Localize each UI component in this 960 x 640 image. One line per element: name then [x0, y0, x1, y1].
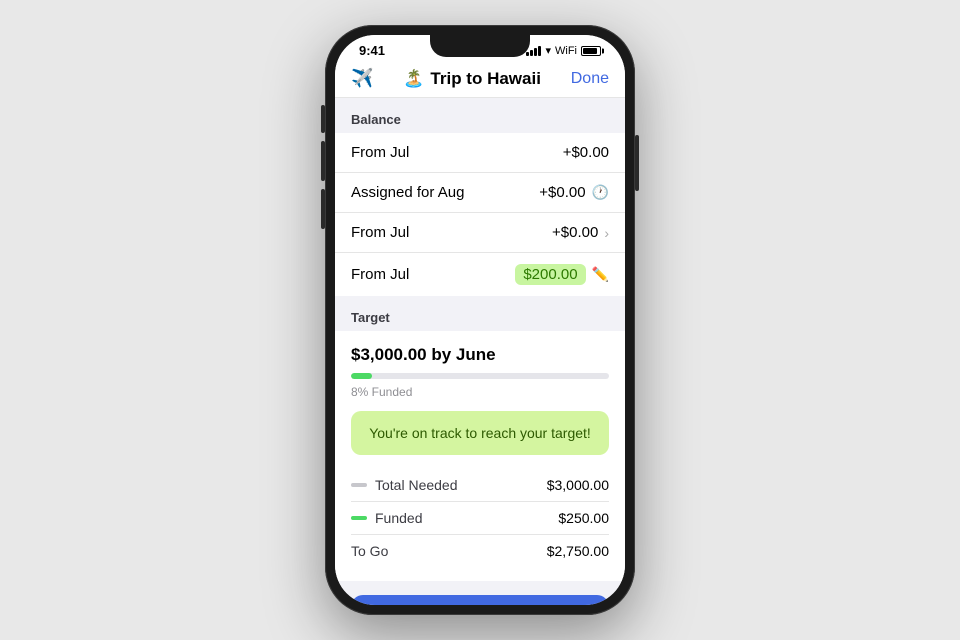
clock-icon[interactable]: 🕐 [592, 184, 609, 201]
status-icons: ▾ WiFi [526, 44, 601, 57]
row-value-4: $200.00 ✏️ [515, 264, 609, 285]
table-row: From Jul $200.00 ✏️ [335, 253, 625, 296]
progress-bar-background [351, 373, 609, 379]
row-value-2: +$0.00 🕐 [539, 184, 609, 201]
row-label-3: From Jul [351, 224, 409, 241]
total-needed-label: Total Needed [375, 477, 458, 493]
title-emoji: 🏝️ [403, 69, 424, 89]
target-section-header: Target [335, 296, 625, 331]
row-label-4: From Jul [351, 266, 409, 283]
stats-row-total: Total Needed $3,000.00 [351, 469, 609, 502]
row-label-1: From Jul [351, 144, 409, 161]
target-amount: $3,000.00 by June [351, 345, 609, 365]
done-button[interactable]: Done [571, 70, 609, 88]
notch [430, 35, 530, 57]
table-row: From Jul +$0.00 [335, 133, 625, 173]
stats-label-funded: Funded [351, 510, 422, 526]
target-card: $3,000.00 by June 8% Funded You're on tr… [335, 331, 625, 581]
scroll-content[interactable]: Balance From Jul +$0.00 Assigned for Aug… [335, 98, 625, 605]
stats-row-togo: To Go $2,750.00 [351, 535, 609, 567]
funded-label: 8% Funded [351, 385, 609, 399]
stats-row-funded: Funded $250.00 [351, 502, 609, 535]
togo-value: $2,750.00 [547, 543, 609, 559]
stats-label-togo: To Go [351, 543, 388, 559]
row-label-2: Assigned for Aug [351, 184, 464, 201]
progress-bar-fill [351, 373, 372, 379]
nav-title: 🏝️ Trip to Hawaii [403, 69, 541, 89]
row-value-3[interactable]: +$0.00 › [552, 224, 609, 241]
stats-label-total: Total Needed [351, 477, 458, 493]
edit-icon[interactable]: ✏️ [592, 266, 609, 283]
table-row: Assigned for Aug +$0.00 🕐 [335, 173, 625, 213]
row-value-1: +$0.00 [563, 144, 609, 161]
total-needed-value: $3,000.00 [547, 477, 609, 493]
funded-value: $250.00 [558, 510, 609, 526]
balance-card: From Jul +$0.00 Assigned for Aug +$0.00 … [335, 133, 625, 296]
chevron-right-icon[interactable]: › [604, 225, 609, 241]
nav-bar: ✈️ 🏝️ Trip to Hawaii Done [335, 62, 625, 98]
battery-icon [581, 46, 601, 56]
phone-screen: 9:41 ▾ WiFi ✈️ 🏝️ Trip to Hawaii [335, 35, 625, 605]
togo-label: To Go [351, 543, 388, 559]
status-time: 9:41 [359, 43, 385, 58]
on-track-message: You're on track to reach your target! [351, 411, 609, 455]
back-icon[interactable]: ✈️ [351, 68, 373, 89]
funded-label-text: Funded [375, 510, 422, 526]
edit-btn-container: Edit Target [335, 581, 625, 605]
phone-frame: 9:41 ▾ WiFi ✈️ 🏝️ Trip to Hawaii [325, 25, 635, 615]
funded-dot [351, 516, 367, 520]
wifi-icon: ▾ [545, 44, 551, 57]
total-needed-dot [351, 483, 367, 487]
amount-badge[interactable]: $200.00 [515, 264, 585, 285]
table-row: From Jul +$0.00 › [335, 213, 625, 253]
wifi-symbol: WiFi [555, 45, 577, 57]
edit-target-button[interactable]: Edit Target [351, 595, 609, 605]
balance-section-header: Balance [335, 98, 625, 133]
